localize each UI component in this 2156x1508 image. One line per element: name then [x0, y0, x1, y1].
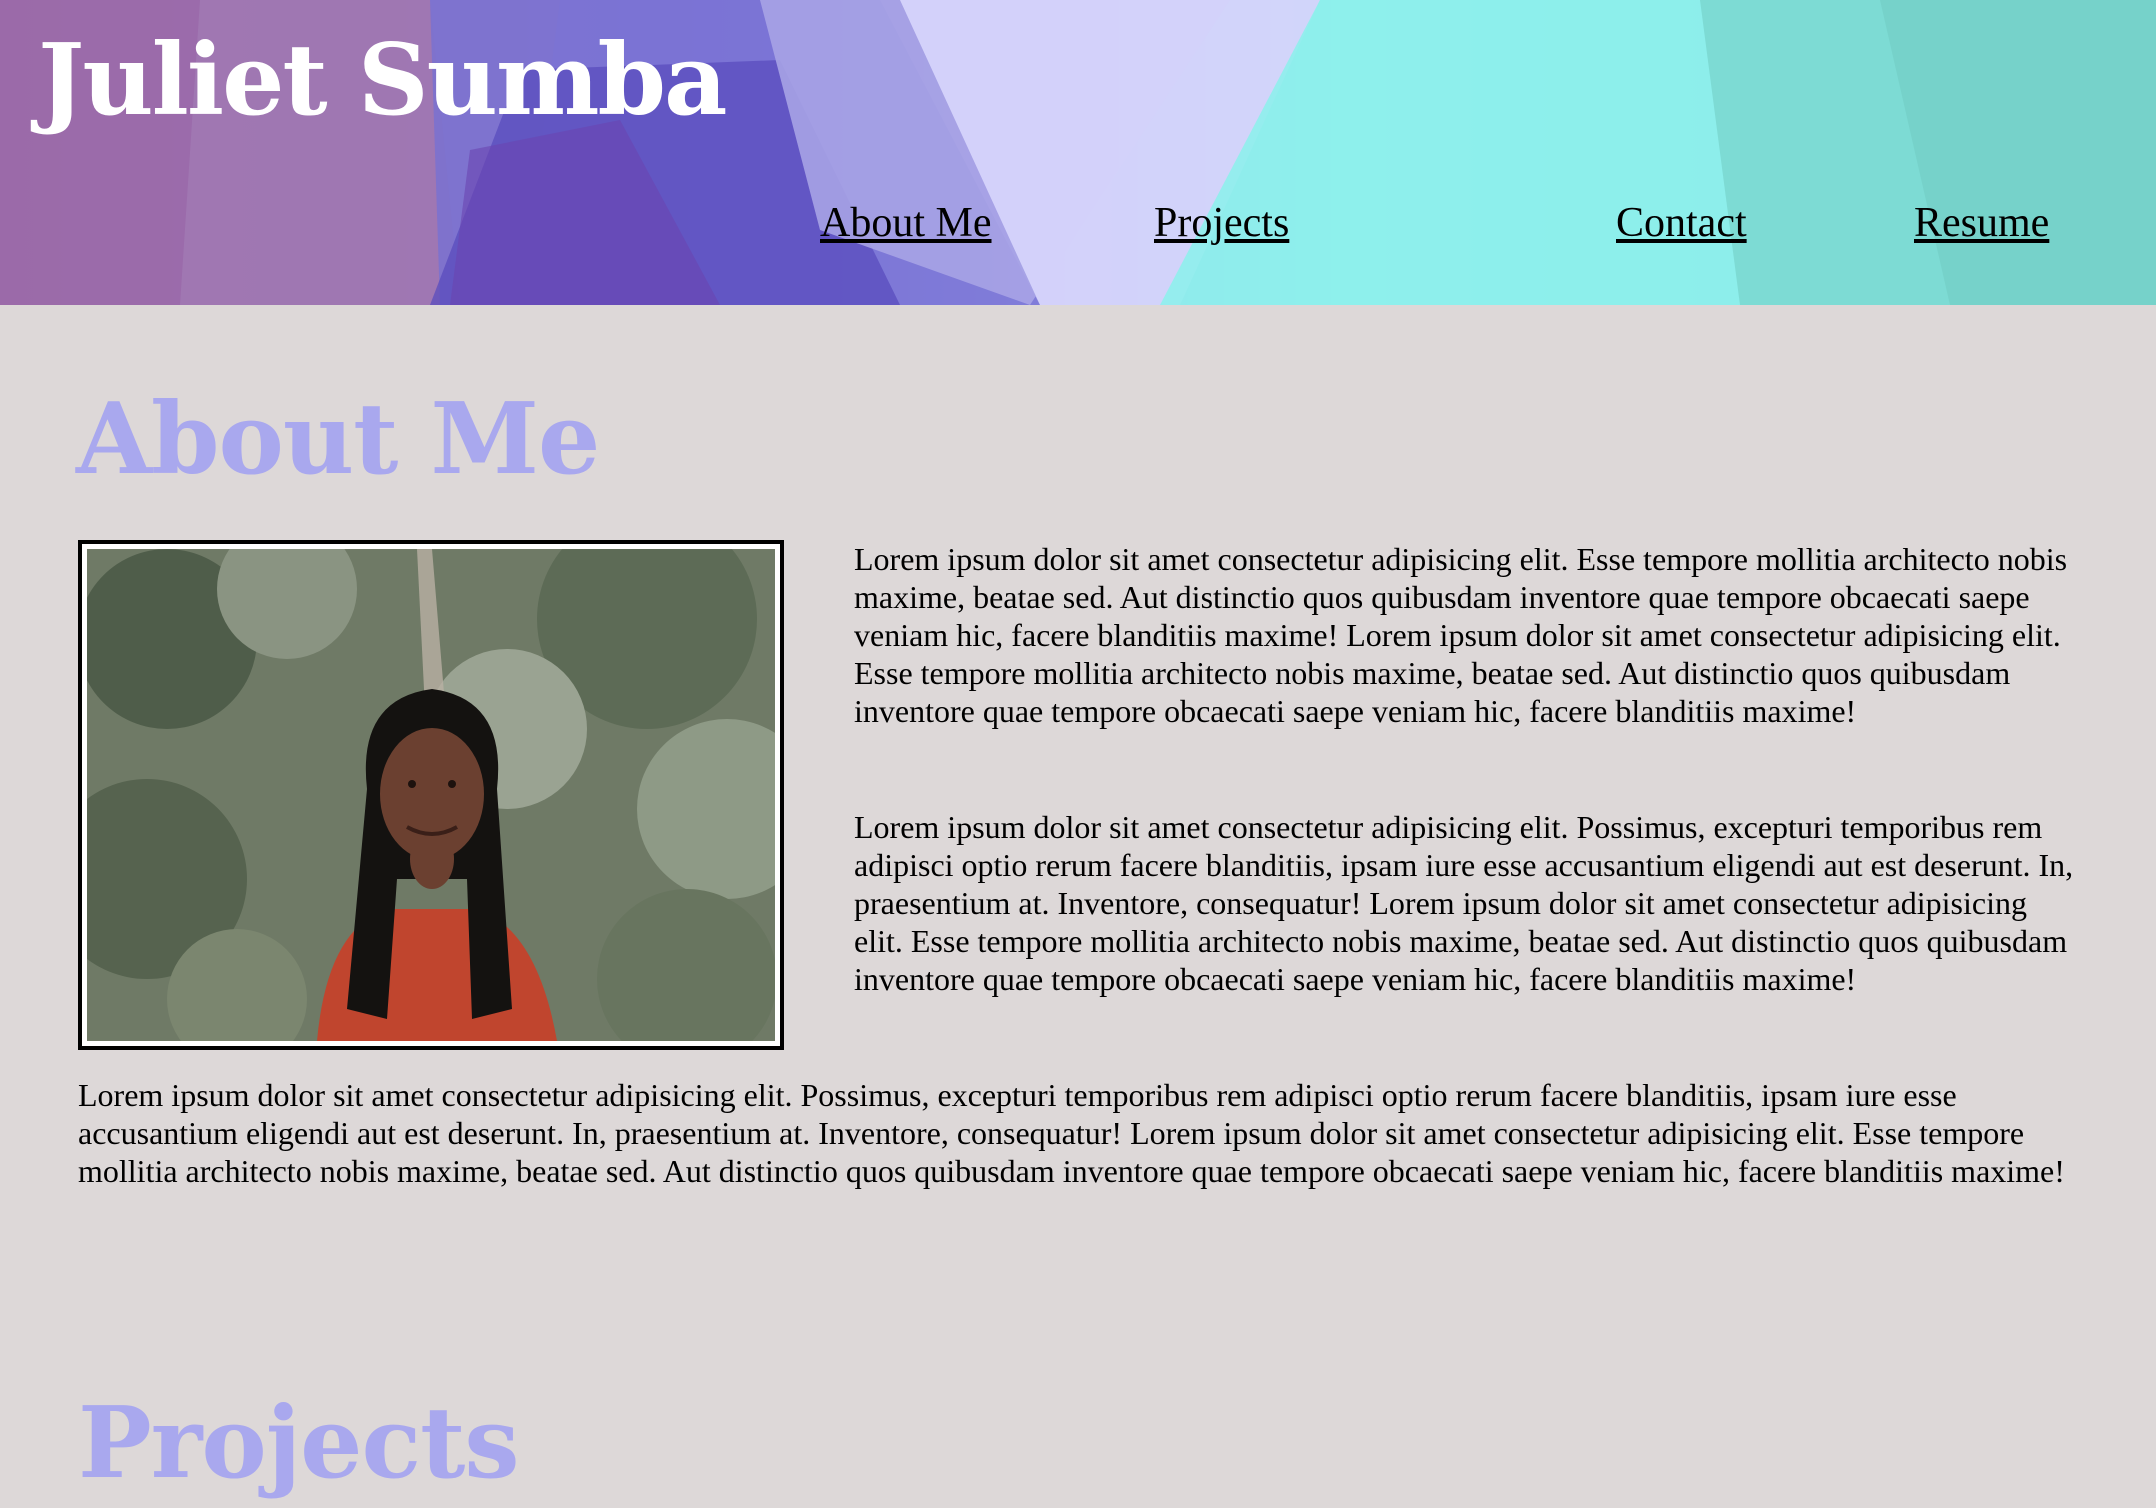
site-title: Juliet Sumba: [38, 23, 728, 138]
about-paragraph-3: Lorem ipsum dolor sit amet consectetur a…: [78, 1077, 2065, 1189]
nav-link-about-me[interactable]: About Me: [820, 199, 992, 247]
nav-link-contact[interactable]: Contact: [1616, 199, 1747, 247]
site-header: Juliet Sumba About Me Projects Contact R…: [0, 0, 2156, 305]
about-heading: About Me: [76, 382, 600, 497]
nav-link-resume[interactable]: Resume: [1914, 199, 2049, 247]
about-paragraph-2: Lorem ipsum dolor sit amet consectetur a…: [854, 809, 2074, 997]
profile-photo-frame: [78, 540, 784, 1050]
nav-link-projects[interactable]: Projects: [1154, 199, 1289, 247]
profile-photo: [87, 549, 775, 1041]
projects-heading: Projects: [78, 1386, 520, 1501]
about-paragraph-1: Lorem ipsum dolor sit amet consectetur a…: [854, 541, 2068, 729]
